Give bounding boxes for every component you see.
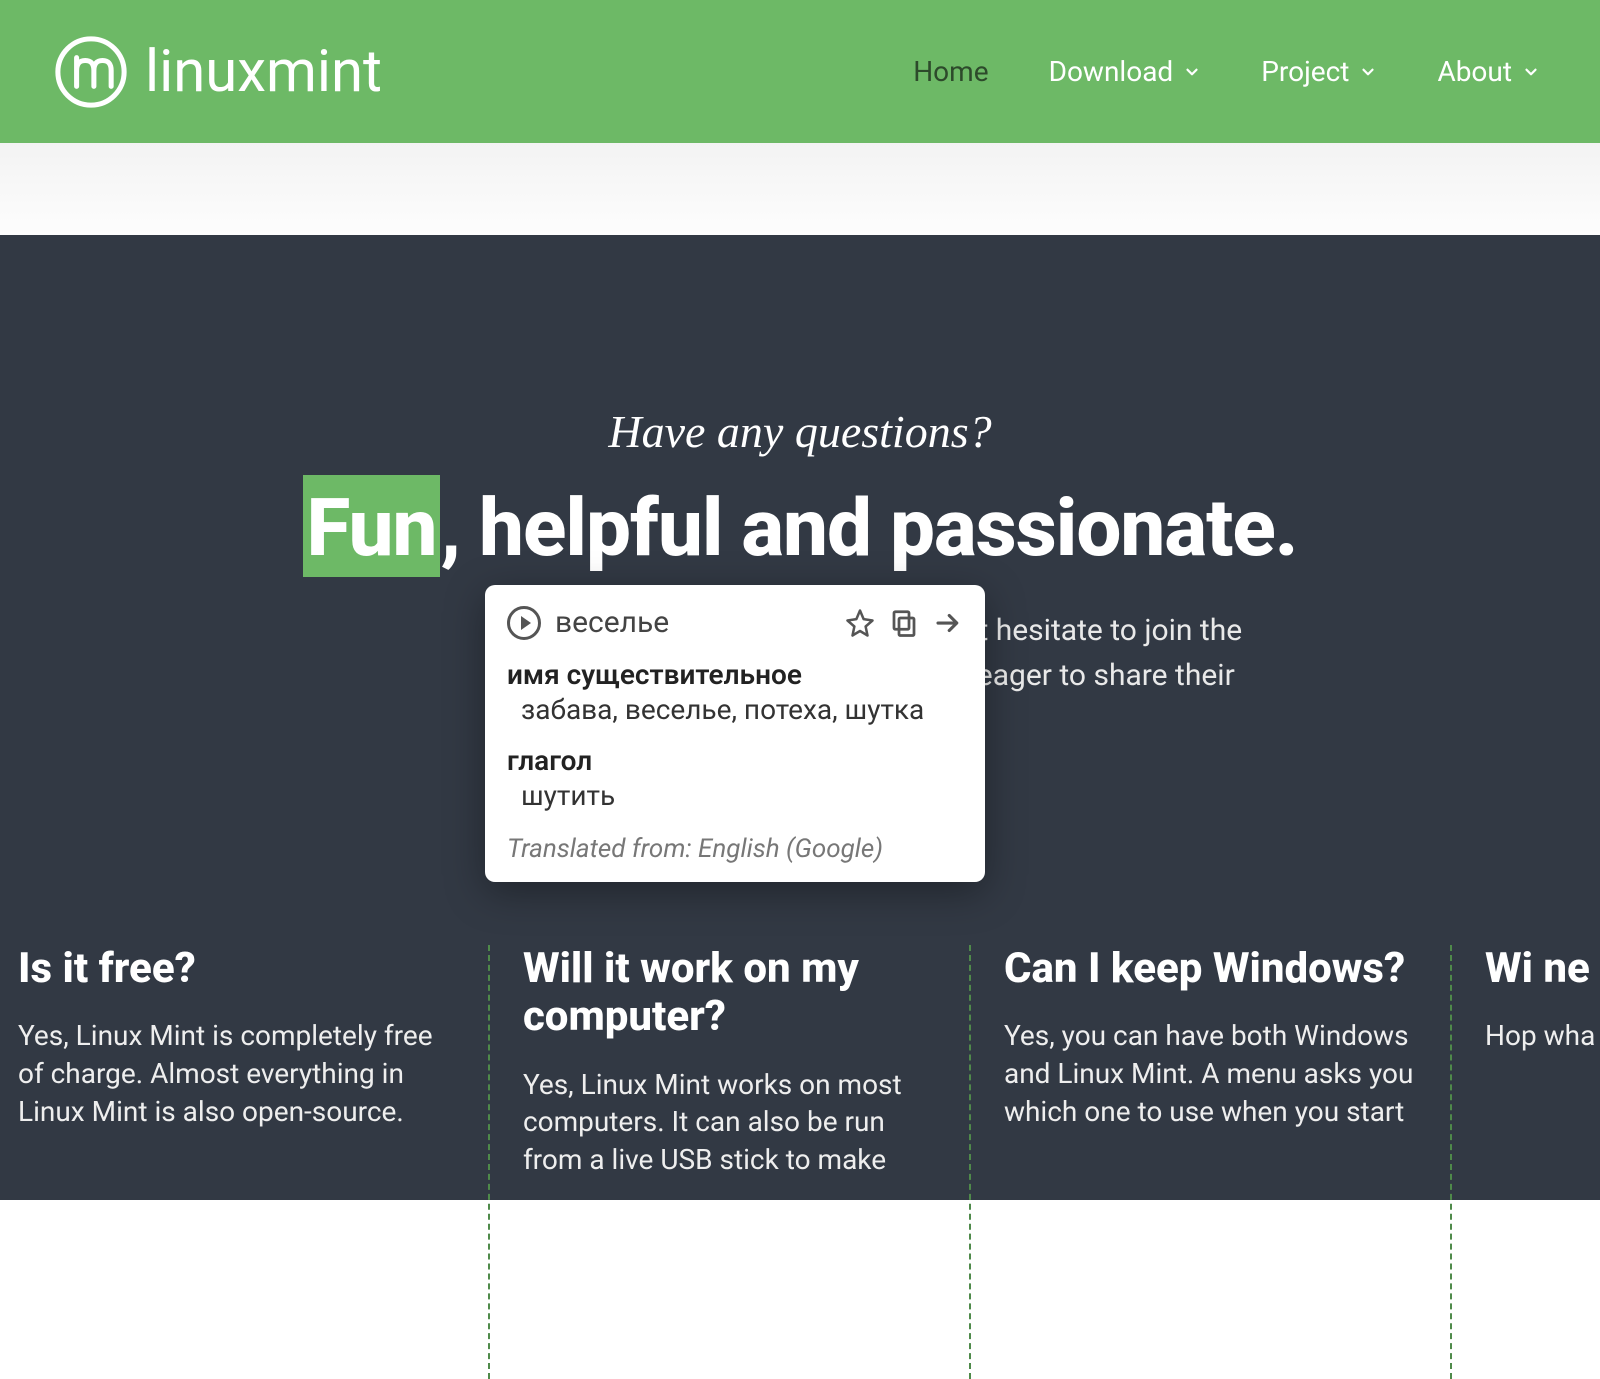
- star-icon[interactable]: [845, 608, 875, 638]
- divider: [969, 945, 971, 1379]
- translated-word: веселье: [555, 605, 669, 640]
- divider: [488, 945, 490, 1379]
- popup-header: веселье: [507, 605, 963, 640]
- headline-rest: , helpful and passionate.: [440, 481, 1297, 575]
- definition: забава, веселье, потеха, шутка: [521, 693, 963, 726]
- brand[interactable]: linuxmint: [55, 36, 382, 108]
- popup-block-verb: глагол шутить: [507, 744, 963, 812]
- popup-left: веселье: [507, 605, 669, 640]
- faq-col-partial: Wi ne Hop wha the b: [1450, 945, 1600, 1179]
- chevron-down-icon: [1183, 55, 1201, 88]
- faq-title: Wi ne: [1485, 945, 1565, 993]
- nav-label: Project: [1261, 55, 1349, 88]
- faq-col-free: Is it free? Yes, Linux Mint is completel…: [18, 945, 488, 1179]
- part-of-speech: имя существительное: [507, 658, 963, 691]
- nav-about[interactable]: About: [1437, 55, 1540, 88]
- faq-title: Will it work on my computer?: [523, 945, 934, 1042]
- faq-row: Is it free? Yes, Linux Mint is completel…: [18, 945, 1600, 1179]
- hero-section: Have any questions? Fun, helpful and pas…: [0, 235, 1600, 1200]
- nav-download[interactable]: Download: [1049, 55, 1202, 88]
- nav-label: Download: [1049, 55, 1174, 88]
- translation-popup: веселье имя существительное забава, весе…: [485, 585, 985, 882]
- copy-icon[interactable]: [889, 608, 919, 638]
- navbar: linuxmint Home Download Project About: [0, 0, 1600, 143]
- faq-col-compat: Will it work on my computer? Yes, Linux …: [488, 945, 969, 1179]
- faq-text: Yes, you can have both Windows and Linux…: [1004, 1017, 1415, 1130]
- brand-logo-icon: [55, 36, 127, 108]
- headline: Fun, helpful and passionate.: [200, 488, 1400, 568]
- chevron-down-icon: [1522, 55, 1540, 88]
- nav-label: Home: [913, 55, 988, 88]
- translation-source: Translated from: English (Google): [507, 834, 963, 864]
- spacer-band: [0, 143, 1600, 235]
- nav-project[interactable]: Project: [1261, 55, 1377, 88]
- headline-highlight[interactable]: Fun: [303, 475, 441, 577]
- faq-text: Hop wha the b: [1485, 1017, 1565, 1055]
- nav-home[interactable]: Home: [913, 55, 988, 88]
- faq-title: Is it free?: [18, 945, 453, 993]
- arrow-right-icon[interactable]: [933, 608, 963, 638]
- definition: шутить: [521, 779, 963, 812]
- play-audio-icon[interactable]: [507, 606, 541, 640]
- chevron-down-icon: [1359, 55, 1377, 88]
- part-of-speech: глагол: [507, 744, 963, 777]
- faq-col-windows: Can I keep Windows? Yes, you can have bo…: [969, 945, 1450, 1179]
- faq-text: Yes, Linux Mint is completely free of ch…: [18, 1017, 453, 1130]
- popup-actions: [845, 608, 963, 638]
- nav-links: Home Download Project About: [913, 55, 1540, 88]
- brand-name: linuxmint: [145, 38, 382, 106]
- questions-heading: Have any questions?: [200, 405, 1400, 458]
- faq-title: Can I keep Windows?: [1004, 945, 1415, 993]
- faq-text: Yes, Linux Mint works on most computers.…: [523, 1066, 934, 1179]
- popup-block-noun: имя существительное забава, веселье, пот…: [507, 658, 963, 726]
- divider: [1450, 945, 1452, 1379]
- nav-label: About: [1437, 55, 1512, 88]
